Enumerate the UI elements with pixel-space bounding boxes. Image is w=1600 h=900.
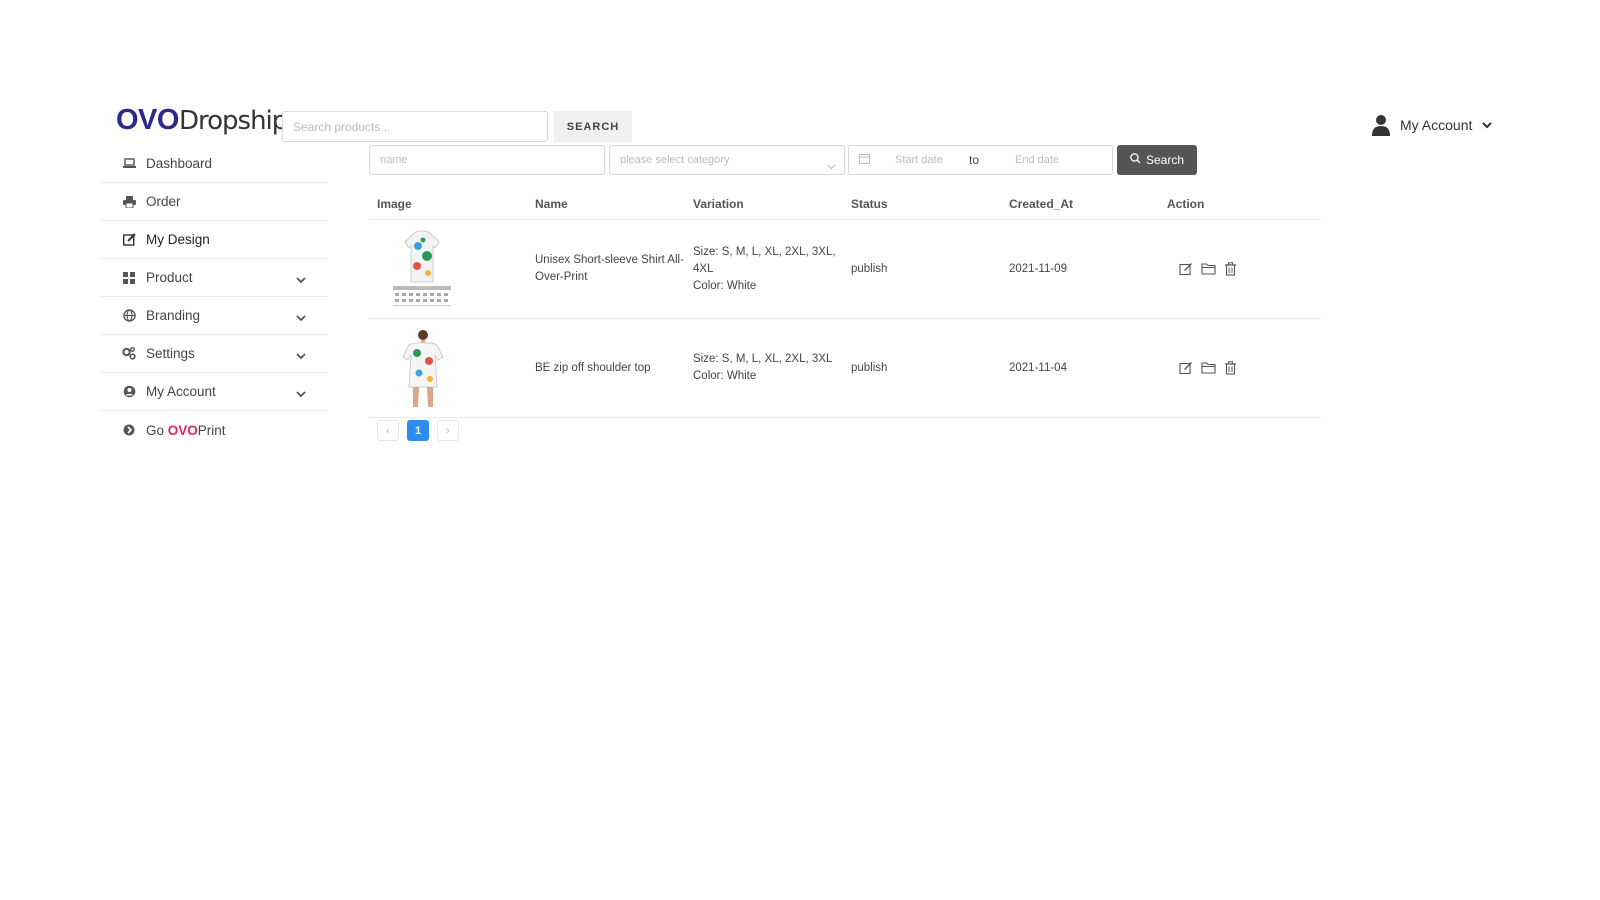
edit-icon[interactable] [1179,262,1193,276]
logo[interactable]: OVO Dropship [116,104,288,140]
go-suffix: Print [197,422,226,438]
header-variation: Variation [693,196,744,211]
arrow-circle-right-icon [122,423,136,437]
header-status: Status [851,196,888,211]
grid-icon [122,271,136,285]
search-icon [1130,153,1141,167]
folder-icon[interactable] [1201,361,1216,375]
logo-ovo: OVO [116,104,179,136]
calendar-icon [859,153,871,167]
user-circle-icon [122,385,136,399]
sidebar-item-dashboard[interactable]: Dashboard [100,145,328,183]
laptop-icon [122,157,136,171]
table-header: Image Name Variation Status Created_At A… [369,188,1321,220]
folder-icon[interactable] [1201,262,1216,276]
sidebar-item-settings[interactable]: Settings [100,335,328,373]
sidebar-item-label: My Design [146,232,210,247]
date-range-picker[interactable]: Start date to End date [848,145,1113,175]
variation-size: Size: S, M, L, XL, 2XL, 3XL [693,353,833,365]
category-select-input[interactable] [610,146,844,174]
printer-icon [122,195,136,209]
sidebar-item-label: Product [146,270,193,285]
status-cell: publish [851,361,888,374]
image-cell [369,228,527,310]
chevron-down-icon [296,272,306,287]
sidebar-item-label: My Account [146,384,216,399]
globe-icon [122,309,136,323]
sidebar-item-product[interactable]: Product [100,259,328,297]
filter-search-label: Search [1145,153,1185,167]
variation-color: Color: White [693,370,757,382]
prev-page-button[interactable]: ‹ [377,420,399,441]
gears-icon [122,347,136,361]
edit-icon [122,233,136,247]
product-thumbnail[interactable] [383,228,461,310]
action-cell [1159,262,1317,276]
product-search-button[interactable]: SEARCH [554,111,632,142]
variation-cell: Size: S, M, L, XL, 2XL, 3XL, 4XL Color: … [685,244,843,295]
sidebar-item-label: Order [146,194,181,209]
header-name: Name [535,196,568,211]
variation-color: Color: White [693,279,757,292]
chevron-down-icon [296,348,306,363]
product-search-input[interactable] [282,111,548,142]
image-cell [369,327,527,409]
created-at-cell: 2021-11-09 [1009,262,1067,275]
account-menu[interactable]: My Account [1372,114,1493,136]
date-range-separator: to [969,153,980,167]
table-row: Unisex Short-sleeve Shirt All-Over-Print… [369,220,1321,319]
name-cell: Unisex Short-sleeve Shirt All-Over-Print [535,254,684,283]
chevron-down-icon [1482,121,1493,129]
next-page-button[interactable]: › [437,420,459,441]
sidebar-item-branding[interactable]: Branding [100,297,328,335]
trash-icon[interactable] [1224,361,1237,375]
sidebar-item-my-design[interactable]: My Design [100,221,328,259]
filter-search-button[interactable]: Search [1117,145,1197,175]
category-select[interactable] [609,145,845,175]
name-cell: BE zip off shoulder top [535,361,651,374]
chevron-down-icon [827,157,836,175]
go-brand: OVO [167,422,198,438]
created-at-cell: 2021-11-04 [1009,361,1067,374]
pagination: ‹ 1 › [377,420,459,441]
trash-icon[interactable] [1224,262,1237,276]
variation-size: Size: S, M, L, XL, 2XL, 3XL, 4XL [693,245,836,275]
account-label: My Account [1400,117,1473,133]
user-icon [1372,114,1390,136]
variation-cell: Size: S, M, L, XL, 2XL, 3XL Color: White [685,351,843,385]
end-date-field[interactable]: End date [1015,154,1059,166]
go-prefix: Go [146,422,168,438]
sidebar-item-label: Dashboard [146,156,213,171]
table-row: BE zip off shoulder top Size: S, M, L, X… [369,319,1321,418]
sidebar-item-label: Settings [146,346,195,361]
chevron-down-icon [296,310,306,325]
status-cell: publish [851,262,888,275]
name-filter-input[interactable] [369,145,605,175]
logo-dropship: Dropship [178,106,288,136]
sidebar: Dashboard Order My Design Product Brandi… [100,145,328,449]
design-table: Image Name Variation Status Created_At A… [369,188,1321,418]
start-date-field[interactable]: Start date [895,154,969,166]
sidebar-item-my-account[interactable]: My Account [100,373,328,411]
page-1-button[interactable]: 1 [407,420,429,441]
edit-icon[interactable] [1179,361,1193,375]
sidebar-item-go-ovoprint[interactable]: Go OVO Print [100,411,328,449]
sidebar-item-label: Branding [146,308,201,323]
header-image: Image [377,196,412,211]
product-thumbnail[interactable] [383,327,461,409]
action-cell [1159,361,1317,375]
sidebar-item-order[interactable]: Order [100,183,328,221]
header-created-at: Created_At [1009,196,1074,211]
chevron-down-icon [296,386,306,401]
header-action: Action [1167,196,1205,211]
